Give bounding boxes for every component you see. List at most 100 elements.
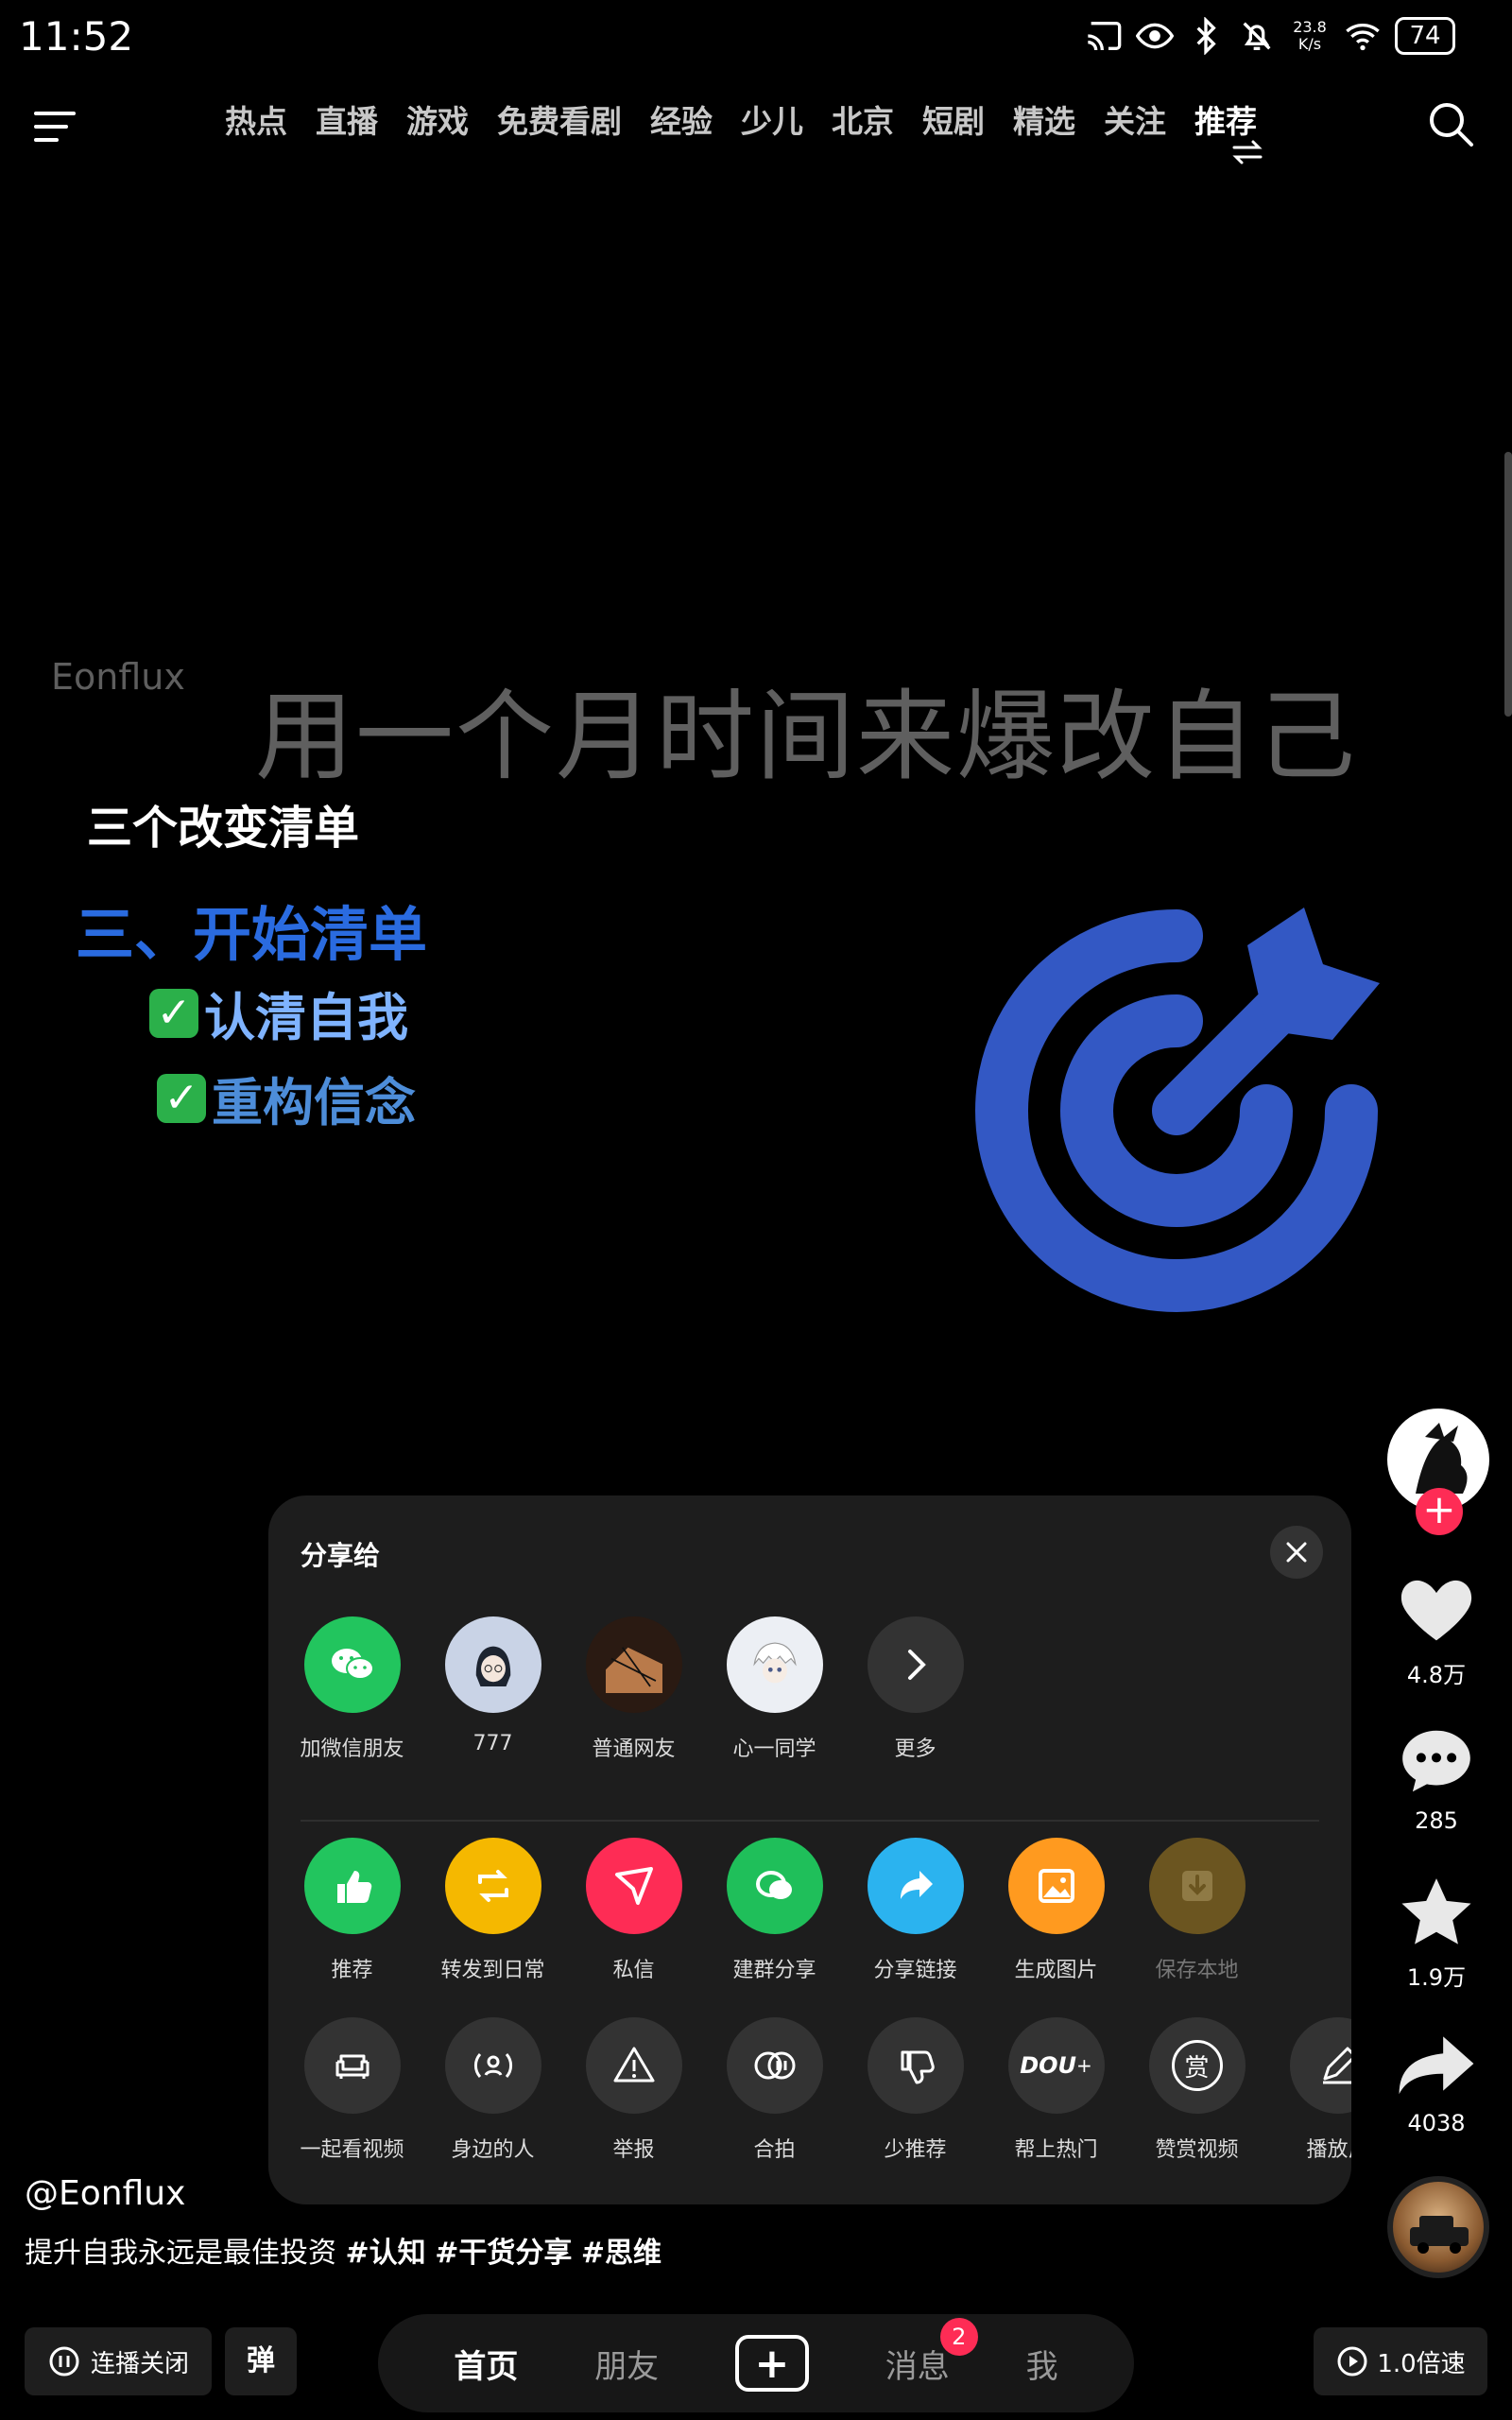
tab-10[interactable]: 推荐 <box>1194 96 1257 142</box>
tab-9[interactable]: 关注 <box>1104 96 1166 142</box>
tab-messages-label: 消息 <box>885 2347 950 2386</box>
close-icon <box>1286 1542 1307 1563</box>
tab-7[interactable]: 短剧 <box>922 96 985 142</box>
share-tool-watch-together[interactable]: 一起看视频 <box>282 2017 422 2163</box>
share-action-link[interactable]: 分享链接 <box>845 1838 986 1983</box>
tab-messages[interactable]: 消息 2 <box>885 2317 978 2387</box>
reward-text: 赏 <box>1171 2040 1223 2091</box>
menu-icon[interactable] <box>32 104 79 151</box>
favorite-count: 1.9万 <box>1406 1964 1467 1991</box>
dou-plus-icon: DOU + <box>1007 2017 1105 2114</box>
hashtag[interactable]: #思维 <box>581 2237 662 2270</box>
tab-2[interactable]: 游戏 <box>406 96 469 142</box>
share-contact-wechat[interactable]: 加微信朋友 <box>282 1616 422 1762</box>
share-tool-report[interactable]: 举报 <box>563 2017 704 2163</box>
share-action-generate-image[interactable]: 生成图片 <box>986 1838 1126 1983</box>
share-tool-not-interested[interactable]: 少推荐 <box>845 2017 986 2163</box>
share-contact-label: 普通网友 <box>592 1737 676 1761</box>
danmaku-button[interactable]: 弹 <box>225 2327 297 2395</box>
download-icon <box>1148 1838 1246 1934</box>
share-tool-label: 少推荐 <box>884 2138 947 2162</box>
search-icon[interactable] <box>1423 96 1480 153</box>
cast-icon <box>1088 22 1122 51</box>
autoplay-toggle-button[interactable]: 连播关闭 <box>25 2327 212 2395</box>
share-close-button[interactable] <box>1270 1526 1323 1579</box>
share-contact-label: 更多 <box>894 1737 936 1761</box>
warning-icon <box>585 2017 682 2114</box>
share-more-button[interactable]: 更多 <box>845 1616 986 1762</box>
messages-badge: 2 <box>939 2317 978 2356</box>
swap-icon[interactable] <box>1230 138 1264 166</box>
net-speed: 23.8 K/s <box>1293 18 1327 53</box>
star-icon <box>1401 1878 1471 1945</box>
tab-me[interactable]: 我 <box>1026 2341 1058 2387</box>
image-icon <box>1007 1838 1105 1934</box>
check-item-label: 认清自我 <box>204 988 408 1047</box>
share-tools-row: 一起看视频 身边的人 举报 合拍 少推荐 DOU + 帮上热门 赏 赞赏视频 播… <box>282 2017 1351 2163</box>
playback-speed-button[interactable]: 1.0倍速 <box>1314 2327 1487 2395</box>
tab-1[interactable]: 直播 <box>316 96 378 142</box>
share-contact-label: 777 <box>472 1732 513 1755</box>
wechat-icon <box>303 1616 401 1713</box>
share-contact-777[interactable]: 777 <box>422 1616 563 1762</box>
tab-friends[interactable]: 朋友 <box>594 2341 659 2387</box>
share-tool-reward[interactable]: 赏 赞赏视频 <box>1126 2017 1267 2163</box>
tab-8[interactable]: 精选 <box>1013 96 1075 142</box>
comment-icon <box>1402 1730 1470 1792</box>
contact-avatar <box>444 1616 541 1713</box>
share-action[interactable]: 4038 <box>1361 2023 1512 2136</box>
share-contact-xinyi[interactable]: 心一同学 <box>704 1616 845 1762</box>
status-time: 11:52 <box>19 13 134 60</box>
share-action-save-local[interactable]: 保存本地 <box>1126 1838 1267 1983</box>
share-tool-playback-feedback[interactable]: 播放反 <box>1267 2017 1351 2163</box>
tab-0[interactable]: 热点 <box>225 96 287 142</box>
contact-avatar <box>585 1616 682 1713</box>
share-tool-duet[interactable]: 合拍 <box>704 2017 845 2163</box>
dou-plus-text: DOU <box>1020 2052 1077 2079</box>
share-action-label: 分享链接 <box>873 1959 957 1982</box>
share-count: 4038 <box>1407 2110 1466 2136</box>
hashtag[interactable]: #干货分享 <box>435 2237 572 2270</box>
video-player[interactable]: Eonflux 用一个月时间来爆改自己 三个改变清单 三、开始清单 ✓ 认清自我… <box>0 180 1512 1427</box>
tab-5[interactable]: 少儿 <box>741 96 803 142</box>
share-action-direct-message[interactable]: 私信 <box>563 1838 704 1983</box>
share-action-repost[interactable]: 转发到日常 <box>422 1838 563 1983</box>
share-action-label: 推荐 <box>331 1959 373 1982</box>
share-contact-ordinary-user[interactable]: 普通网友 <box>563 1616 704 1762</box>
speed-icon <box>1337 2346 1367 2377</box>
bluetooth-icon <box>1196 17 1216 55</box>
comment-action[interactable]: 285 <box>1361 1720 1512 1834</box>
target-arrow-icon <box>975 908 1380 1312</box>
share-tool-nearby-people[interactable]: 身边的人 <box>422 2017 563 2163</box>
share-tool-dou-plus[interactable]: DOU + 帮上热门 <box>986 2017 1126 2163</box>
like-count: 4.8万 <box>1406 1662 1467 1688</box>
like-action[interactable]: 4.8万 <box>1361 1569 1512 1689</box>
favorite-action[interactable]: 1.9万 <box>1361 1872 1512 1992</box>
share-action-label: 私信 <box>612 1959 655 1982</box>
tab-3[interactable]: 免费看剧 <box>497 96 622 142</box>
tab-home[interactable]: 首页 <box>454 2341 518 2387</box>
hashtag[interactable]: #认知 <box>346 2237 426 2270</box>
tab-6[interactable]: 北京 <box>832 96 894 142</box>
create-button[interactable]: + <box>734 2335 809 2392</box>
author-name[interactable]: @Eonflux <box>25 2174 185 2213</box>
bottom-bar: 连播关闭 弹 首页 朋友 + 消息 2 我 1.0倍速 <box>0 2312 1512 2420</box>
share-panel-title: 分享给 <box>301 1540 381 1571</box>
music-disc[interactable] <box>1387 2176 1489 2278</box>
video-caption: 提升自我永远是最佳投资 #认知 #干货分享 #思维 <box>25 2229 662 2271</box>
autoplay-icon <box>49 2346 79 2377</box>
checkbox-icon: ✓ <box>157 1073 206 1123</box>
video-watermark: Eonflux <box>51 656 185 698</box>
share-tool-label: 播放反 <box>1306 2138 1351 2162</box>
share-link-icon <box>867 1838 964 1934</box>
video-title: 用一个月时间来爆改自己 <box>255 679 1358 794</box>
checkbox-icon: ✓ <box>149 988 198 1038</box>
comment-count: 285 <box>1415 1807 1458 1834</box>
follow-button[interactable]: + <box>1416 1488 1463 1535</box>
repost-icon <box>444 1838 541 1934</box>
thumbs-up-icon <box>303 1838 401 1934</box>
group-chat-icon <box>726 1838 823 1934</box>
tab-4[interactable]: 经验 <box>650 96 713 142</box>
share-action-recommend[interactable]: 推荐 <box>282 1838 422 1983</box>
share-action-group-share[interactable]: 建群分享 <box>704 1838 845 1983</box>
